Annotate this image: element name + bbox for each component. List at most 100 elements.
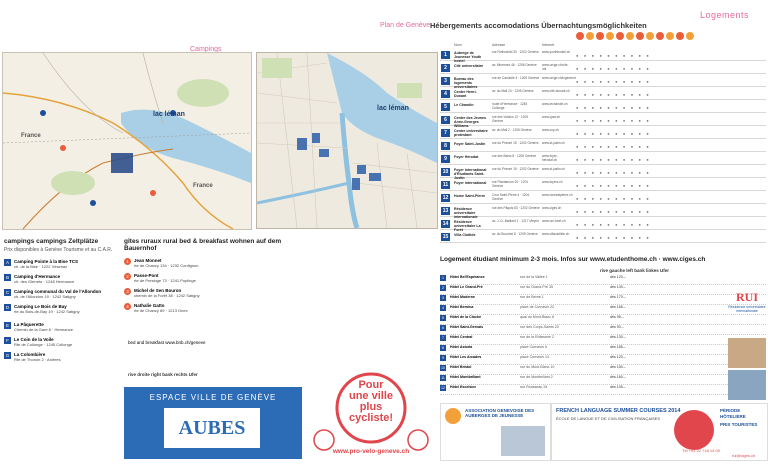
velo-slogan: Pour une ville plus cycliste! [304,380,438,424]
row-internet[interactable]: www.homestpierre.ch [542,193,572,198]
amenity-markers: ●●●●●●●●●● [576,92,655,97]
email-text[interactable]: rui@ciges.ch [732,453,755,458]
row-internet[interactable]: www.villaclotilde.ch [542,232,572,237]
camping-item: E La Pâquerette Chemin de la Gare 8 · Herm… [4,322,122,332]
row-address: rue des Pâquis 63 · 1202 Genève [492,206,540,210]
river-arve [257,181,350,205]
row-internet[interactable]: www.youthhostel.ch [542,50,572,55]
hotel-address: quai du Mont-Blanc 6 [520,315,554,319]
gite-marker [60,145,66,151]
row-address: av. du Mail 24 · 1205 Genève [492,89,534,93]
camping-item: A Camping Pointe à la Bise TCS ch. de la B… [4,259,122,269]
amenity-icon [616,32,624,40]
hotel-address: place Cornavin 14 [520,355,549,359]
rive-droite-title: rive droite right bank rechts Ufer [128,372,198,377]
hotel-address: place de Cornavin 22 [520,305,554,309]
gite-item: 3 Michel de Sen Bouron chemin de la Forêt … [124,288,304,298]
amenity-markers: ●●●●●●●●●● [576,105,655,110]
row-address: rue du Prieuré 15 · 1202 Genève [492,167,539,171]
accommodation-row: 6 Centre des Jeunes Anne-Georges Williams… [440,115,766,128]
row-number: 6 [441,116,450,124]
gite-item: 4 Nathalie Gatto rte de Chancy 89 · 1213 O… [124,303,304,313]
row-address: av. du Mail 2 · 1205 Genève [492,128,532,132]
hotel-row: 6 Hôtel Saint-Gervais rue des Corps-Saints… [440,325,766,335]
accommodation-row: 1 Auberge de Jeunesse Youth hostel rue Rot… [440,50,766,63]
row-internet[interactable]: www.foyer-herodat.ch [542,154,572,163]
row-internet[interactable]: www.unige.ch/cite-uni [542,63,572,72]
campings-intro: Prix disponibles à Genève Tourisme et au… [4,247,113,253]
espace-title: ESPACE VILLE DE GENÈVE [149,393,277,402]
gite-marker [150,190,156,196]
gite-item: 2 Passe-Pont rte de Presinge 73 · 1241 Pup… [124,273,304,283]
hotel-number: 9 [440,355,446,361]
city-map[interactable]: lac léman [256,52,438,229]
hotel-row: 5 Hôtel de la Cloche quai du Mont-Blanc 6 d… [440,315,766,325]
row-name: Foyer international [454,181,487,185]
row-address: av. Miremont 46 · 1206 Genève [492,63,537,67]
row-internet[interactable]: www.cite-dunant.ch [542,89,572,94]
hostel-logo-icon [445,408,461,424]
row-internet[interactable]: www.foyers.ch [542,180,572,185]
hotel-price: dès 170.– [610,295,626,299]
plan-title: Plan de Genève [380,22,431,29]
row-address: av. du Bouchet 8 · 1209 Genève [492,232,538,236]
row-internet[interactable]: www.cup.ch [542,128,572,133]
row-number: 10 [441,168,450,176]
french-sub: ÉCOLE DE LANGUE ET DE CIVILISATION FRANÇ… [556,416,661,421]
hotel-number: 1 [440,275,446,281]
accommodation-row: 15 Villa Clotilde av. du Bouchet 8 · 1209 … [440,232,766,244]
row-name: Centre des Jeunes Anne-Georges Williams [454,116,486,128]
row-internet[interactable]: www.cjaw.ch [542,115,572,120]
hotel-row: 2 Hôtel Le Grand-Pré rue du Grand-Pré 35 dè… [440,285,766,295]
river-rhone [339,112,360,228]
hotel-address: rue de la Vallée 1 [520,275,548,279]
amenity-icon [576,32,584,40]
row-internet[interactable]: www.st-justin.ch [542,141,572,146]
hotel-name: Hôtel Moderne [450,295,475,299]
row-name: Le Chandin [454,103,474,107]
espace-ville-banner: ESPACE VILLE DE GENÈVE AUBES [124,387,302,459]
camping-letter: A [4,259,11,266]
row-internet[interactable]: www.unige.ch/logement [542,76,576,81]
phone-text: Tél +41 22 716 14 00 [682,448,720,453]
row-number: 9 [441,155,450,163]
row-name: Home Saint-Pierre [454,194,486,198]
row-number: 12 [441,194,450,202]
row-address: av. J.-D.-Maillard 1 · 1217 Meyrin [492,219,539,223]
campings-list: A Camping Pointe à la Bise TCS ch. de la B… [4,259,122,314]
region-map[interactable]: lac léman France France [2,52,252,230]
residence-photo [728,338,766,368]
amenity-markers: ●●●●●●●●●● [576,196,655,201]
camping-address: ch. de la Bise · 1222 Vésenaz [14,264,68,269]
row-number: 2 [441,64,450,72]
rive-gauche-title: rive gauche left bank linkes Ufer [600,268,670,273]
row-internet[interactable]: www.lechandin.ch [542,102,572,107]
row-name: Résidence universitaire internationale [454,207,478,219]
logements-title: Logements [700,10,750,20]
hotel-name: Hôtel de la Cloche [450,315,482,319]
amenity-icon [636,32,644,40]
hotel-name: Hôtel Saint-Gervais [450,325,484,329]
velo-url[interactable]: www.pro-velo-geneve.ch [304,448,438,455]
accommodation-row: 14 Résidence universitaire La Forêt av. J.… [440,219,766,232]
amenity-icon [646,32,654,40]
camping-item: B Camping d'Hermance ch. des Glerrets · 12… [4,274,122,284]
row-internet[interactable]: www.st-justin.ch [542,167,572,172]
row-number: 1 [441,51,450,59]
accommodation-row: 4 Centre Henri-Dunant av. du Mail 24 · 120… [440,89,766,101]
row-internet[interactable]: www.uni-foret.ch [542,219,572,224]
hotel-row: 10 Hôtel Bristol rue du Mont-Blanc 10 dès 1… [440,365,766,375]
col-address-header: Adresse [492,43,506,47]
hotel-price: dès 165.– [610,305,626,309]
logement-title: Logement étudiant minimum 2-3 mois. Info… [440,256,706,263]
gite-item: 1 Jean Monnet rte de Chancy 134 · 1232 Con… [124,258,304,268]
hotel-name: Hôtel Central [450,335,473,339]
row-number: 5 [441,103,450,111]
camping-item: G La Colombière Rte de Thonon 2 · Anières [4,352,122,362]
camping-marker [90,200,96,206]
amenity-markers: ●●●●●●●●●● [576,79,655,84]
camping-letter: E [4,322,11,329]
row-internet[interactable]: www.ciges.ch [542,206,572,211]
hotel-address: rue de la Rôtisserie 2 [520,335,554,339]
forest-area [51,171,95,195]
